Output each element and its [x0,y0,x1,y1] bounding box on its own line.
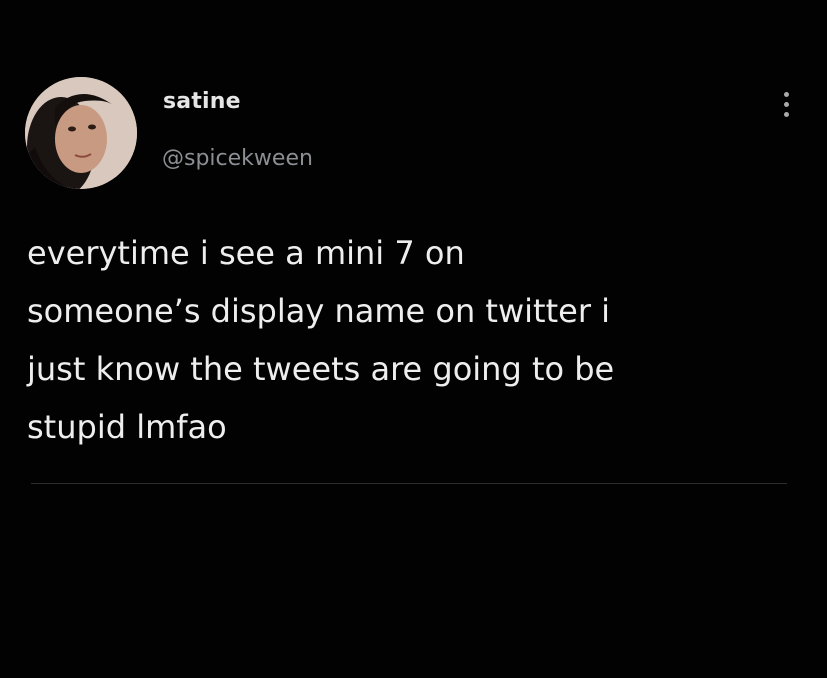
display-name[interactable]: satine [163,89,241,114]
vertical-ellipsis-icon-dot [784,112,789,117]
divider [31,483,787,484]
tweet-card: satine @spicekween everytime i see a min… [0,0,827,678]
user-handle[interactable]: @spicekween [162,146,313,171]
profile-photo-icon [25,77,137,189]
more-options-button[interactable] [776,88,798,124]
vertical-ellipsis-icon [784,92,789,97]
tweet-text: everytime i see a mini 7 on someone’s di… [27,234,615,446]
avatar[interactable] [25,77,137,189]
vertical-ellipsis-icon-dot [784,102,789,107]
